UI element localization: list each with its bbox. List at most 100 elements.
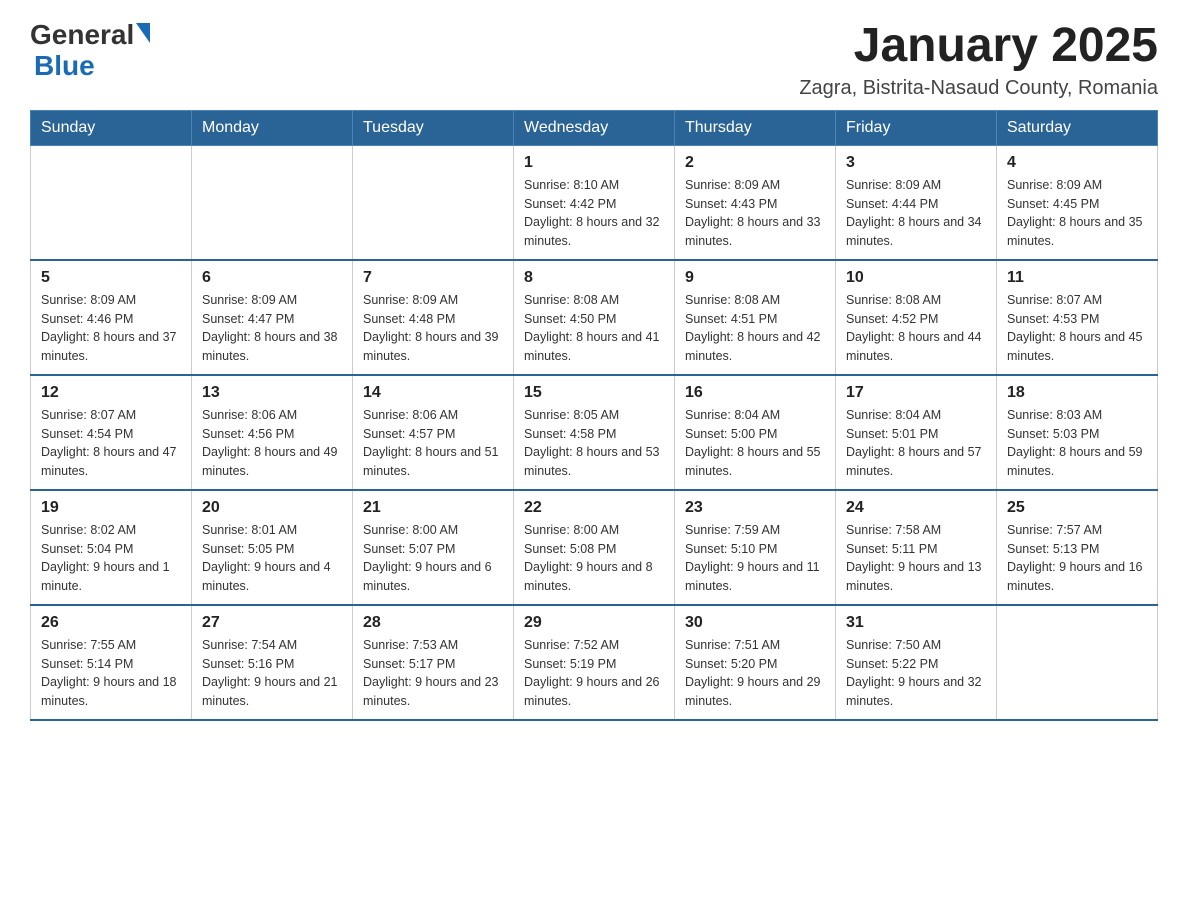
day-number: 11 <box>1007 269 1147 287</box>
day-cell: 6 Sunrise: 8:09 AMSunset: 4:47 PMDaylight… <box>192 260 353 375</box>
day-info: Sunrise: 7:53 AMSunset: 5:17 PMDaylight:… <box>363 636 503 711</box>
day-cell: 14Sunrise: 8:06 AMSunset: 4:57 PMDayligh… <box>353 375 514 490</box>
header-cell-monday: Monday <box>192 110 353 145</box>
day-number: 30 <box>685 614 825 632</box>
day-info: Sunrise: 8:08 AMSunset: 4:50 PMDaylight:… <box>524 291 664 366</box>
day-info: Sunrise: 8:00 AMSunset: 5:07 PMDaylight:… <box>363 521 503 596</box>
day-cell: 15 Sunrise: 8:05 AMSunset: 4:58 PMDayligh… <box>514 375 675 490</box>
day-number: 1 <box>524 154 664 172</box>
day-number: 19 <box>41 499 181 517</box>
week-row-3: 12 Sunrise: 8:07 AMSunset: 4:54 PMDayligh… <box>31 375 1158 490</box>
calendar-body: 1 Sunrise: 8:10 AMSunset: 4:42 PMDaylight… <box>31 145 1158 720</box>
day-number: 7 <box>363 269 503 287</box>
day-info: Sunrise: 8:06 AMSunset: 4:56 PMDaylight:… <box>202 406 342 481</box>
day-info: Sunrise: 7:57 AMSunset: 5:13 PMDaylight:… <box>1007 521 1147 596</box>
day-info: Sunrise: 8:09 AMSunset: 4:47 PMDaylight:… <box>202 291 342 366</box>
day-cell <box>997 605 1158 720</box>
day-info: Sunrise: 7:52 AMSunset: 5:19 PMDaylight:… <box>524 636 664 711</box>
day-info: Sunrise: 7:59 AMSunset: 5:10 PMDaylight:… <box>685 521 825 596</box>
day-cell: 28 Sunrise: 7:53 AMSunset: 5:17 PMDayligh… <box>353 605 514 720</box>
day-info: Sunrise: 8:07 AMSunset: 4:54 PMDaylight:… <box>41 406 181 481</box>
header-cell-friday: Friday <box>836 110 997 145</box>
page-header: General Blue January 2025 Zagra, Bistrit… <box>30 20 1158 100</box>
header-cell-wednesday: Wednesday <box>514 110 675 145</box>
header-cell-tuesday: Tuesday <box>353 110 514 145</box>
day-number: 22 <box>524 499 664 517</box>
day-info: Sunrise: 8:09 AMSunset: 4:48 PMDaylight:… <box>363 291 503 366</box>
calendar-table: SundayMondayTuesdayWednesdayThursdayFrid… <box>30 110 1158 721</box>
day-number: 13 <box>202 384 342 402</box>
day-number: 17 <box>846 384 986 402</box>
day-cell: 19 Sunrise: 8:02 AMSunset: 5:04 PMDayligh… <box>31 490 192 605</box>
day-cell: 2Sunrise: 8:09 AMSunset: 4:43 PMDaylight… <box>675 145 836 260</box>
day-number: 18 <box>1007 384 1147 402</box>
day-cell: 31 Sunrise: 7:50 AMSunset: 5:22 PMDayligh… <box>836 605 997 720</box>
day-cell: 21 Sunrise: 8:00 AMSunset: 5:07 PMDayligh… <box>353 490 514 605</box>
day-cell: 25 Sunrise: 7:57 AMSunset: 5:13 PMDayligh… <box>997 490 1158 605</box>
logo: General Blue <box>30 20 150 82</box>
day-number: 3 <box>846 154 986 172</box>
day-cell: 10Sunrise: 8:08 AMSunset: 4:52 PMDayligh… <box>836 260 997 375</box>
day-number: 26 <box>41 614 181 632</box>
day-number: 31 <box>846 614 986 632</box>
day-cell: 20Sunrise: 8:01 AMSunset: 5:05 PMDayligh… <box>192 490 353 605</box>
day-number: 21 <box>363 499 503 517</box>
day-cell: 1 Sunrise: 8:10 AMSunset: 4:42 PMDaylight… <box>514 145 675 260</box>
day-info: Sunrise: 8:09 AMSunset: 4:45 PMDaylight:… <box>1007 176 1147 251</box>
header-cell-saturday: Saturday <box>997 110 1158 145</box>
header-row: SundayMondayTuesdayWednesdayThursdayFrid… <box>31 110 1158 145</box>
header-cell-thursday: Thursday <box>675 110 836 145</box>
day-number: 28 <box>363 614 503 632</box>
logo-general-text: General <box>30 20 134 51</box>
day-info: Sunrise: 8:02 AMSunset: 5:04 PMDaylight:… <box>41 521 181 596</box>
day-number: 27 <box>202 614 342 632</box>
day-cell: 12 Sunrise: 8:07 AMSunset: 4:54 PMDayligh… <box>31 375 192 490</box>
day-info: Sunrise: 7:58 AMSunset: 5:11 PMDaylight:… <box>846 521 986 596</box>
day-number: 25 <box>1007 499 1147 517</box>
day-number: 8 <box>524 269 664 287</box>
day-number: 15 <box>524 384 664 402</box>
day-number: 20 <box>202 499 342 517</box>
logo-blue-text: Blue <box>34 50 95 81</box>
day-info: Sunrise: 8:04 AMSunset: 5:01 PMDaylight:… <box>846 406 986 481</box>
title-block: January 2025 Zagra, Bistrita-Nasaud Coun… <box>799 20 1158 100</box>
day-info: Sunrise: 8:07 AMSunset: 4:53 PMDaylight:… <box>1007 291 1147 366</box>
day-cell: 16Sunrise: 8:04 AMSunset: 5:00 PMDayligh… <box>675 375 836 490</box>
day-info: Sunrise: 8:09 AMSunset: 4:46 PMDaylight:… <box>41 291 181 366</box>
day-number: 2 <box>685 154 825 172</box>
calendar-title: January 2025 <box>799 20 1158 73</box>
day-cell: 9Sunrise: 8:08 AMSunset: 4:51 PMDaylight… <box>675 260 836 375</box>
day-cell: 18Sunrise: 8:03 AMSunset: 5:03 PMDayligh… <box>997 375 1158 490</box>
week-row-1: 1 Sunrise: 8:10 AMSunset: 4:42 PMDaylight… <box>31 145 1158 260</box>
day-info: Sunrise: 8:10 AMSunset: 4:42 PMDaylight:… <box>524 176 664 251</box>
day-number: 23 <box>685 499 825 517</box>
day-cell: 8 Sunrise: 8:08 AMSunset: 4:50 PMDaylight… <box>514 260 675 375</box>
day-number: 6 <box>202 269 342 287</box>
logo-triangle-icon <box>136 23 150 43</box>
day-cell: 27 Sunrise: 7:54 AMSunset: 5:16 PMDayligh… <box>192 605 353 720</box>
day-cell: 11 Sunrise: 8:07 AMSunset: 4:53 PMDayligh… <box>997 260 1158 375</box>
day-number: 12 <box>41 384 181 402</box>
day-info: Sunrise: 8:09 AMSunset: 4:44 PMDaylight:… <box>846 176 986 251</box>
day-info: Sunrise: 7:54 AMSunset: 5:16 PMDaylight:… <box>202 636 342 711</box>
day-cell: 22Sunrise: 8:00 AMSunset: 5:08 PMDayligh… <box>514 490 675 605</box>
day-cell: 30 Sunrise: 7:51 AMSunset: 5:20 PMDayligh… <box>675 605 836 720</box>
day-info: Sunrise: 8:05 AMSunset: 4:58 PMDaylight:… <box>524 406 664 481</box>
day-cell: 4 Sunrise: 8:09 AMSunset: 4:45 PMDaylight… <box>997 145 1158 260</box>
day-info: Sunrise: 7:51 AMSunset: 5:20 PMDaylight:… <box>685 636 825 711</box>
day-number: 4 <box>1007 154 1147 172</box>
day-info: Sunrise: 8:08 AMSunset: 4:52 PMDaylight:… <box>846 291 986 366</box>
day-number: 24 <box>846 499 986 517</box>
day-number: 29 <box>524 614 664 632</box>
week-row-2: 5Sunrise: 8:09 AMSunset: 4:46 PMDaylight… <box>31 260 1158 375</box>
day-info: Sunrise: 7:50 AMSunset: 5:22 PMDaylight:… <box>846 636 986 711</box>
week-row-5: 26 Sunrise: 7:55 AMSunset: 5:14 PMDayligh… <box>31 605 1158 720</box>
day-info: Sunrise: 8:04 AMSunset: 5:00 PMDaylight:… <box>685 406 825 481</box>
day-cell: 23 Sunrise: 7:59 AMSunset: 5:10 PMDayligh… <box>675 490 836 605</box>
calendar-subtitle: Zagra, Bistrita-Nasaud County, Romania <box>799 77 1158 100</box>
day-number: 9 <box>685 269 825 287</box>
day-cell <box>192 145 353 260</box>
day-cell: 17 Sunrise: 8:04 AMSunset: 5:01 PMDayligh… <box>836 375 997 490</box>
day-info: Sunrise: 7:55 AMSunset: 5:14 PMDaylight:… <box>41 636 181 711</box>
day-info: Sunrise: 8:06 AMSunset: 4:57 PMDaylight:… <box>363 406 503 481</box>
